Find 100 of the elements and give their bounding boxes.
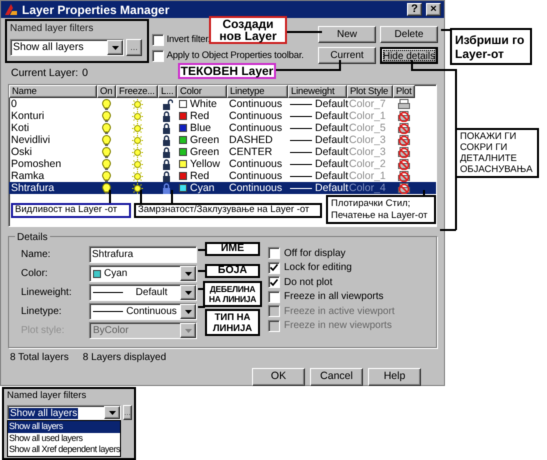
table-row[interactable]: Nevidlivi Green DASHED DefaultColor_3 <box>9 134 436 146</box>
table-cell-text: Color_3 <box>348 134 387 146</box>
dropdown-option[interactable]: Show all Xref dependent layers <box>8 444 120 456</box>
window-title: Layer Properties Manager <box>22 2 170 18</box>
color-dropdown[interactable]: Cyan <box>89 265 197 282</box>
table-row[interactable]: Pomoshen Yellow Continuous DefaultColor_2 <box>9 158 436 170</box>
option-label: Invert filter. <box>166 33 210 47</box>
leader-line <box>275 60 341 71</box>
leader-line <box>423 190 425 195</box>
callout-label: ДЕБЕЛИНА НА ЛИНИЈА <box>203 281 262 307</box>
table-cell-text: Continuous <box>228 158 284 170</box>
table-cell-text: 0 <box>10 98 18 110</box>
column-header[interactable]: Linetype <box>227 85 288 98</box>
column-header[interactable]: Lineweight <box>288 85 347 98</box>
checkbox[interactable] <box>152 34 164 46</box>
table-cell: Default <box>315 122 348 134</box>
table-cell: Blue <box>190 122 212 134</box>
column-header[interactable]: L... <box>158 85 177 98</box>
field-label: Color: <box>21 267 49 281</box>
table-cell-text: Color_2 <box>348 158 387 170</box>
column-header[interactable]: Freeze... <box>116 85 158 98</box>
check-label: Freeze in new viewports <box>284 319 392 334</box>
check-label: Lock for editing <box>284 261 352 276</box>
leader-line <box>287 31 322 33</box>
field-value: ByColor <box>93 324 130 338</box>
callout-label: БОЈА <box>205 264 260 278</box>
option-label: Apply to Object Properties toolbar. <box>166 49 304 64</box>
table-cell: Cyan <box>190 182 215 194</box>
current-layer-value: 0 <box>82 66 88 82</box>
table-cell-text: Continuous <box>228 122 284 134</box>
filter-dropdown[interactable]: Show all layers <box>7 405 122 420</box>
checkbox[interactable] <box>268 262 280 274</box>
checkbox[interactable] <box>268 290 280 303</box>
dialog-button[interactable]: Cancel <box>310 368 363 386</box>
line-sample <box>93 311 123 312</box>
table-cell: Green <box>190 134 220 146</box>
checkbox[interactable] <box>268 247 280 260</box>
callout-label: ТИП НА ЛИНИЈА <box>205 309 260 336</box>
table-cell-text: Pomoshen <box>10 158 62 170</box>
action-button[interactable]: Current <box>318 46 376 64</box>
close-button[interactable]: × <box>426 3 441 16</box>
callout-label: ТЕКОВЕН Layer <box>178 63 276 79</box>
table-cell: Default <box>315 110 348 122</box>
status-text: 8 Total layers <box>10 350 69 364</box>
group-label: Named layer filters <box>7 389 88 403</box>
column-header[interactable]: Name <box>9 85 97 98</box>
dialog-button[interactable]: OK <box>252 368 305 386</box>
callout-label: Плотирачки Стил; Печатење на Layer-от <box>326 195 436 224</box>
dropdown-option[interactable]: Show all layers <box>8 421 120 433</box>
table-cell-text: Color_1 <box>348 170 387 182</box>
action-button[interactable]: Hide details <box>380 46 438 64</box>
table-cell: Default <box>315 134 348 146</box>
dialog-button[interactable]: Help <box>368 368 421 386</box>
dropdown-option[interactable]: Show all used layers <box>8 432 120 444</box>
dropdown-button[interactable] <box>180 304 196 319</box>
table-row[interactable]: Konturi Red Continuous DefaultColor_1 <box>9 110 436 122</box>
column-header[interactable]: On <box>97 85 116 98</box>
column-header[interactable]: Plot <box>393 85 415 98</box>
callout-label: Видливост на Layer -от <box>11 203 131 218</box>
table-cell-text: Color_7 <box>348 98 387 110</box>
table-cell-text: Color_1 <box>348 110 387 122</box>
table-cell-text: Koti <box>10 122 30 134</box>
dropdown-button[interactable] <box>180 285 196 300</box>
field-value: Show all layers <box>9 408 78 418</box>
callout-label: Создади нов Layer <box>209 16 287 44</box>
table-cell: Default <box>315 98 348 110</box>
name-field[interactable]: Shtrafura <box>89 246 197 263</box>
callout-label: Замрзнатост/Заклузување на Layer -от <box>134 203 322 218</box>
table-row[interactable]: Koti Blue Continuous DefaultColor_5 <box>9 122 436 134</box>
caret-icon <box>184 328 192 332</box>
leader-line <box>441 29 450 31</box>
table-cell: White <box>190 98 217 110</box>
help-button[interactable]: ? <box>407 3 422 16</box>
action-button[interactable]: New <box>318 26 376 43</box>
table-cell-text: Ramka <box>10 170 46 182</box>
status-text: 8 Layers displayed <box>82 350 166 364</box>
line-dropdown[interactable]: Default <box>89 284 197 301</box>
table-cell-text: Continuous <box>228 110 284 122</box>
dropdown-button[interactable] <box>180 266 196 281</box>
table-cell: Default <box>315 146 348 158</box>
checkbox[interactable] <box>268 276 280 288</box>
filter-dropdown[interactable]: Show all layers <box>10 39 124 56</box>
table-row[interactable]: Shtrafura Cyan Continuous DefaultColor_4 <box>9 182 436 194</box>
dropdown-button[interactable] <box>104 406 120 420</box>
action-button[interactable]: Delete <box>380 26 438 43</box>
field-value: Continuous <box>126 305 177 319</box>
table-row[interactable]: Oski Green CENTER DefaultColor_3 <box>9 146 436 158</box>
column-header[interactable]: Plot Style <box>347 85 393 98</box>
more-button[interactable]: ... <box>126 39 142 56</box>
more-button[interactable]: ... <box>123 405 132 420</box>
line-dropdown[interactable]: Continuous <box>89 303 197 320</box>
table-cell-text: Continuous <box>228 98 284 110</box>
column-header[interactable]: Color <box>177 85 227 98</box>
table-row[interactable]: 0 White Continuous DefaultColor_7 <box>9 98 436 110</box>
table-cell-text: Oski <box>10 146 33 158</box>
check-label: Freeze in all viewports <box>284 290 384 304</box>
dropdown-button[interactable] <box>107 40 123 55</box>
checkbox[interactable] <box>152 50 164 62</box>
app-icon <box>4 3 18 16</box>
current-layer-label: Current Layer: <box>11 66 78 82</box>
